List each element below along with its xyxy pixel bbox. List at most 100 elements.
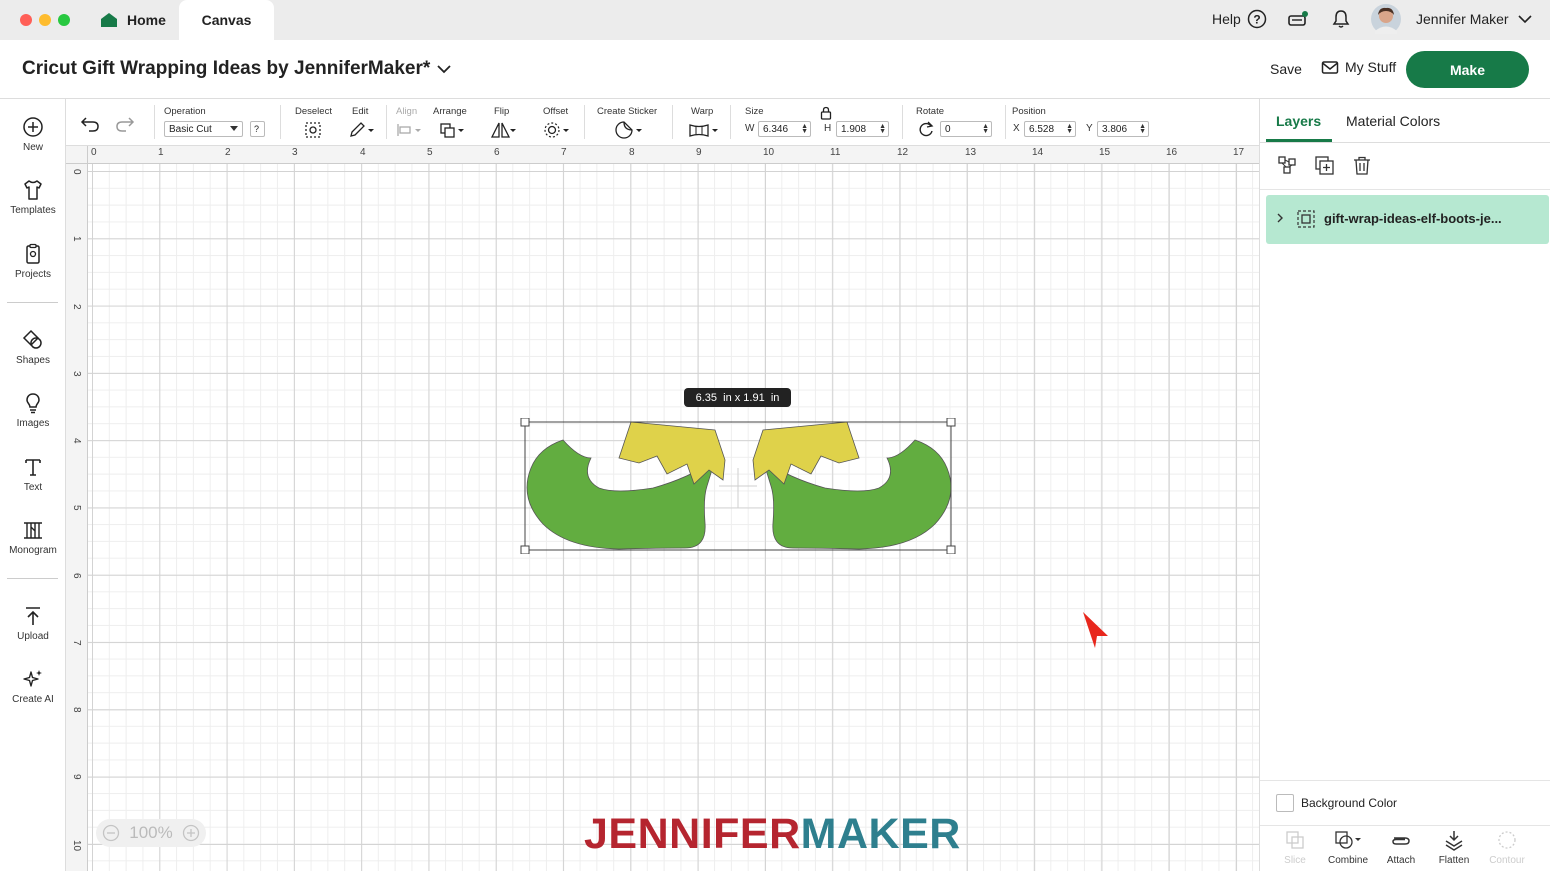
resize-handle[interactable] xyxy=(946,418,956,427)
height-input[interactable]: 1.908 ▲ ▼ xyxy=(836,121,889,137)
tab-home[interactable]: Home xyxy=(90,0,178,40)
sidebar-item-new[interactable]: New xyxy=(0,116,66,153)
panel-divider xyxy=(1260,189,1550,190)
width-value: 6.346 xyxy=(763,123,789,135)
help-button[interactable]: Help ? xyxy=(1212,0,1267,38)
slice-button[interactable]: Slice xyxy=(1269,829,1321,866)
zoom-in-icon[interactable] xyxy=(182,824,200,842)
sidebar-item-text[interactable]: Text xyxy=(0,456,66,493)
trash-icon[interactable] xyxy=(1351,155,1373,177)
chevron-right-icon[interactable] xyxy=(1275,212,1285,224)
undo-icon[interactable] xyxy=(79,114,101,134)
ruler-tick-label: 10 xyxy=(71,840,82,852)
width-stepper[interactable]: ▲ ▼ xyxy=(801,123,808,135)
offset-icon[interactable] xyxy=(543,121,571,139)
svg-text:?: ? xyxy=(1253,13,1260,27)
rotate-input[interactable]: 0 ▲ ▼ xyxy=(940,121,992,137)
rotate-stepper[interactable]: ▲ ▼ xyxy=(982,123,989,135)
save-label: Save xyxy=(1270,61,1302,77)
sidebar-item-create-ai[interactable]: Create AI xyxy=(0,668,66,705)
user-menu[interactable]: Jennifer Maker xyxy=(1371,0,1533,38)
layer-item[interactable]: gift-wrap-ideas-elf-boots-je... xyxy=(1266,195,1549,244)
minimize-window-button[interactable] xyxy=(39,14,51,26)
contour-button[interactable]: Contour xyxy=(1481,829,1533,866)
combine-icon xyxy=(1335,831,1361,849)
height-value: 1.908 xyxy=(841,123,867,135)
resize-handle[interactable] xyxy=(520,418,530,427)
edit-toolbar: Operation Basic Cut ? Deselect Edit Alig… xyxy=(66,99,1259,146)
mouse-cursor-icon xyxy=(1083,612,1108,648)
machine-button[interactable] xyxy=(1287,0,1309,38)
sidebar-item-templates[interactable]: Templates xyxy=(0,179,66,216)
arrange-icon[interactable] xyxy=(439,121,467,139)
resize-handle[interactable] xyxy=(946,545,956,554)
flatten-button[interactable]: Flatten xyxy=(1428,829,1480,866)
zoom-out-icon[interactable] xyxy=(102,824,120,842)
duplicate-icon[interactable] xyxy=(1314,155,1336,177)
lock-icon[interactable] xyxy=(820,106,832,120)
sidebar-item-upload[interactable]: Upload xyxy=(0,605,66,642)
pencil-icon[interactable] xyxy=(348,121,376,139)
tab-canvas[interactable]: Canvas xyxy=(179,0,274,40)
toolbar-divider xyxy=(1005,105,1006,139)
y-position-stepper[interactable]: ▲ ▼ xyxy=(1139,123,1146,135)
layer-name: gift-wrap-ideas-elf-boots-je... xyxy=(1324,211,1502,226)
redo-icon[interactable] xyxy=(114,114,136,134)
sidebar-item-label: New xyxy=(22,142,43,153)
contour-label: Contour xyxy=(1489,855,1525,866)
maximize-window-button[interactable] xyxy=(58,14,70,26)
sidebar-item-monogram[interactable]: Monogram xyxy=(0,519,66,556)
mystuff-button[interactable]: My Stuff xyxy=(1321,59,1396,75)
flip-icon[interactable] xyxy=(490,121,518,139)
ruler-tick-label: 6 xyxy=(71,573,82,579)
height-label: H xyxy=(824,123,832,134)
edit-label: Edit xyxy=(352,106,369,117)
sidebar-item-shapes[interactable]: Shapes xyxy=(0,329,66,366)
sparkle-icon xyxy=(23,670,42,687)
notifications-button[interactable] xyxy=(1331,0,1351,38)
ruler-tick-label: 9 xyxy=(696,147,702,158)
width-input[interactable]: 6.346 ▲ ▼ xyxy=(758,121,811,137)
warp-icon[interactable] xyxy=(688,121,720,139)
ruler-tick-label: 16 xyxy=(1166,147,1178,158)
help-label: Help xyxy=(1212,11,1241,27)
combine-button[interactable]: Combine xyxy=(1322,829,1374,866)
align-label: Align xyxy=(396,106,418,117)
make-button[interactable]: Make xyxy=(1406,51,1529,88)
align-icon xyxy=(397,124,421,136)
ruler-tick-label: 8 xyxy=(71,707,82,713)
tab-layers[interactable]: Layers xyxy=(1276,113,1321,129)
ruler-tick-label: 0 xyxy=(91,147,97,158)
ruler-tick-label: 9 xyxy=(71,774,82,780)
rotate-icon[interactable] xyxy=(917,120,935,138)
deselect-icon[interactable] xyxy=(304,121,322,139)
group-icon[interactable] xyxy=(1277,155,1299,177)
group-layer-icon xyxy=(1297,210,1315,228)
close-window-button[interactable] xyxy=(20,14,32,26)
height-stepper[interactable]: ▲ ▼ xyxy=(879,123,886,135)
resize-handle[interactable] xyxy=(520,545,530,554)
background-color-checkbox[interactable] xyxy=(1276,794,1294,812)
tab-material-colors[interactable]: Material Colors xyxy=(1346,113,1440,129)
tab-layers-label: Layers xyxy=(1276,113,1322,129)
operation-help-button[interactable]: ? xyxy=(250,121,265,137)
zoom-level: 100% xyxy=(129,823,173,842)
upload-icon xyxy=(26,607,40,625)
sidebar-item-images[interactable]: Images xyxy=(0,392,66,429)
attach-button[interactable]: Attach xyxy=(1375,829,1427,866)
save-button[interactable]: Save xyxy=(1270,61,1302,77)
avatar xyxy=(1371,4,1401,34)
operation-select[interactable]: Basic Cut xyxy=(164,121,243,137)
window-titlebar: Home Canvas Help ? Jennifer Maker xyxy=(0,0,1550,40)
make-label: Make xyxy=(1449,61,1486,78)
x-position-input[interactable]: 6.528 ▲ ▼ xyxy=(1024,121,1076,137)
sticker-icon[interactable] xyxy=(614,121,646,139)
home-icon xyxy=(101,13,117,27)
elf-boots-selection[interactable] xyxy=(519,418,959,554)
project-title[interactable]: Cricut Gift Wrapping Ideas by JenniferMa… xyxy=(22,58,452,80)
sidebar-item-projects[interactable]: Projects xyxy=(0,243,66,280)
y-position-input[interactable]: 3.806 ▲ ▼ xyxy=(1097,121,1149,137)
ruler-tick-label: 8 xyxy=(629,147,635,158)
x-position-stepper[interactable]: ▲ ▼ xyxy=(1066,123,1073,135)
ruler-tick-label: 7 xyxy=(71,640,82,646)
